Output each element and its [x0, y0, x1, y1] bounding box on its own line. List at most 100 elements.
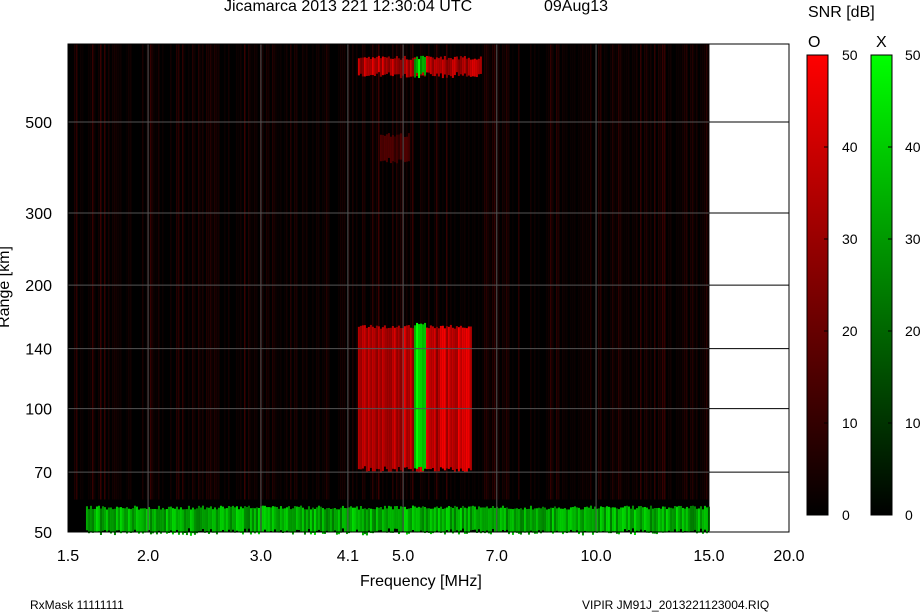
noise-stripe — [680, 44, 682, 500]
noise-stripe — [344, 44, 346, 500]
echo-stripe — [433, 59, 436, 77]
noise-stripe — [126, 44, 128, 500]
echo-stripe — [411, 328, 414, 472]
echo-stripe — [399, 506, 402, 533]
echo-stripe — [471, 505, 474, 530]
echo-stripe — [479, 507, 482, 534]
echo-stripe — [405, 136, 408, 162]
noise-stripe — [250, 44, 252, 500]
echo-stripe — [619, 507, 622, 533]
echo-stripe — [443, 328, 446, 471]
noise-stripe — [614, 44, 616, 500]
echo-stripe — [418, 324, 421, 467]
echo-stripe — [373, 509, 376, 533]
noise-stripe — [338, 44, 340, 500]
echo-stripe — [227, 506, 230, 530]
noise-stripe — [296, 44, 298, 500]
echo-stripe — [459, 325, 462, 469]
echo-stripe — [209, 506, 212, 530]
noise-stripe — [580, 44, 582, 500]
echo-stripe — [407, 133, 410, 162]
echo-stripe — [313, 508, 316, 535]
noise-stripe — [696, 44, 698, 500]
noise-stripe — [546, 44, 548, 500]
noise-stripe — [162, 44, 164, 500]
echo-stripe — [307, 506, 310, 529]
echo-stripe — [527, 508, 530, 535]
echo-stripe — [425, 55, 428, 73]
echo-stripe — [683, 508, 686, 532]
echo-stripe — [507, 508, 510, 535]
noise-stripe — [170, 44, 172, 500]
echo-stripe — [285, 507, 288, 531]
echo-stripe — [317, 505, 320, 530]
noise-stripe — [694, 44, 696, 500]
x-tick-label: 15.0 — [693, 548, 724, 565]
noise-stripe — [676, 44, 678, 500]
echo-stripe — [583, 507, 586, 531]
noise-stripe — [324, 44, 326, 500]
echo-stripe — [435, 506, 438, 531]
echo-stripe — [393, 136, 396, 163]
noise-stripe — [104, 44, 106, 500]
echo-stripe — [365, 509, 368, 536]
echo-stripe — [325, 508, 328, 531]
echo-stripe — [591, 508, 594, 535]
noise-stripe — [200, 44, 202, 500]
noise-stripe — [224, 44, 226, 500]
echo-stripe — [245, 506, 248, 532]
echo-stripe — [221, 506, 224, 530]
echo-stripe — [403, 136, 406, 163]
echo-stripe — [271, 506, 274, 532]
colorbar-tick-label: 10 — [842, 415, 858, 431]
noise-stripe — [262, 44, 264, 500]
noise-stripe — [686, 44, 688, 500]
echo-stripe — [475, 509, 478, 534]
echo-stripe — [185, 509, 188, 536]
echo-stripe — [265, 507, 268, 533]
echo-stripe — [127, 508, 130, 532]
echo-stripe — [651, 508, 654, 534]
echo-stripe — [373, 328, 376, 472]
echo-stripe — [569, 507, 572, 530]
echo-stripe — [377, 326, 380, 470]
noise-stripe — [600, 44, 602, 500]
echo-stripe — [597, 508, 600, 532]
x-mode-colorbar — [870, 54, 893, 516]
echo-o-mode-faint — [379, 133, 410, 164]
echo-stripe — [353, 507, 356, 533]
echo-stripe — [551, 507, 554, 534]
noise-stripe — [610, 44, 612, 500]
echo-stripe — [414, 58, 417, 78]
echo-stripe — [151, 508, 154, 534]
echo-stripe — [279, 506, 282, 531]
noise-stripe — [504, 44, 506, 500]
echo-stripe — [431, 508, 434, 534]
echo-stripe — [635, 508, 638, 531]
echo-stripe — [399, 133, 402, 160]
echo-stripe — [563, 508, 566, 532]
echo-stripe — [461, 57, 464, 76]
echo-stripe — [135, 506, 138, 533]
echo-stripe — [439, 325, 442, 468]
noise-stripe — [534, 44, 536, 500]
echo-stripe — [225, 508, 228, 532]
echo-x-mode-f-layer — [414, 322, 427, 471]
noise-stripe — [316, 44, 318, 500]
echo-stripe — [167, 506, 170, 534]
echo-stripe — [385, 328, 388, 470]
colorbar-tick-label: 40 — [842, 139, 858, 155]
echo-stripe — [459, 56, 462, 75]
echo-stripe — [703, 505, 706, 530]
echo-stripe — [377, 507, 380, 531]
echo-stripe — [422, 324, 425, 471]
noise-stripe — [238, 44, 240, 500]
colorbar-tick-label: 50 — [905, 47, 921, 63]
echo-stripe — [447, 326, 450, 469]
echo-stripe — [493, 507, 496, 533]
echo-stripe — [163, 509, 166, 533]
noise-stripe — [598, 44, 600, 500]
noise-stripe — [646, 44, 648, 500]
echo-stripe — [391, 135, 394, 162]
echo-stripe — [589, 505, 592, 532]
